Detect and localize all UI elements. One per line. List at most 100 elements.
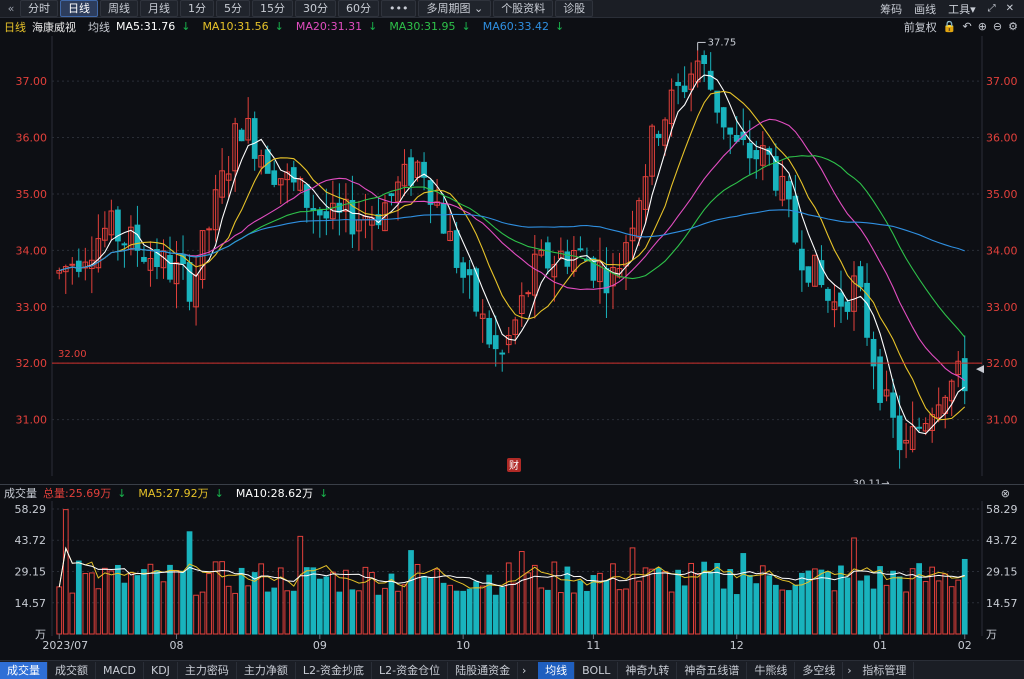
price-tick-right: 34.00	[986, 244, 1018, 257]
date-label: 09	[313, 639, 327, 652]
volume-bar	[577, 580, 584, 635]
down-arrow-icon: ↓	[554, 20, 565, 33]
candle-body	[460, 262, 466, 278]
lock-icon[interactable]: 🔒	[943, 20, 957, 33]
candle-body	[440, 203, 447, 234]
volume-bar	[746, 575, 753, 635]
period-tab-monthly[interactable]: 月线	[140, 0, 178, 17]
volume-tick-left: 29.15	[15, 565, 47, 578]
more-periods-button[interactable]: •••	[381, 0, 417, 17]
volume-bar	[681, 585, 688, 635]
ma-info-bar: 日线 海康威视 均线 MA5:31.76 ↓ MA10:31.56 ↓ MA20:3…	[0, 18, 1024, 35]
tab-kdj[interactable]: KDJ	[144, 661, 178, 679]
volume-chart[interactable]: 58.29 58.29 43.72 43.72 29.15 29.15 14.57 14.57…	[0, 501, 1024, 660]
chevron-right-icon[interactable]: ›	[843, 664, 855, 677]
volume-bar	[75, 560, 82, 635]
ma20-text: MA20:31.31	[295, 20, 363, 33]
candle-body	[388, 193, 395, 197]
restore-window-icon[interactable]: ⤢	[988, 3, 996, 14]
tab-l2-position[interactable]: L2-资金仓位	[372, 661, 449, 679]
volume-bar	[603, 580, 610, 635]
volume-total: 总量:25.69万 ↓	[43, 485, 132, 501]
volume-bar	[141, 569, 147, 635]
ma-label[interactable]: 均线	[88, 19, 110, 35]
candle-body	[121, 243, 128, 246]
chart-annotations: 32.0037.7530.11→财	[52, 37, 984, 484]
price-tick-right: 36.00	[986, 132, 1018, 145]
date-axis-labels: 2023/07 08 09 10 11 12 01 02	[42, 634, 972, 652]
period-tab-daily[interactable]: 日线	[60, 0, 98, 17]
candle-body	[681, 85, 688, 93]
tab-l2-bottom[interactable]: L2-资金抄底	[296, 661, 373, 679]
tab-main-force-code[interactable]: 主力密码	[178, 661, 237, 679]
volume-ma5: MA5:27.92万 ↓	[138, 485, 229, 501]
down-arrow-icon: ↓	[181, 20, 191, 33]
indicator-tabs: 成交量 成交额 MACD KDJ 主力密码 主力净额 L2-资金抄底 L2-资金…	[0, 660, 1024, 679]
price-tick-left: 33.00	[16, 301, 48, 314]
zoom-out-icon[interactable]: ⊖	[993, 20, 1002, 33]
candle-body	[727, 127, 734, 135]
tab-indicator-manage[interactable]: 指标管理	[855, 661, 915, 679]
tab-td9[interactable]: 神奇九转	[618, 661, 678, 679]
draw-line-button[interactable]: 画线	[914, 1, 936, 17]
stock-info-button[interactable]: 个股资料	[493, 0, 554, 17]
tab-connect-fund[interactable]: 陆股通资金	[448, 661, 519, 679]
close-window-icon[interactable]: ✕	[1006, 3, 1014, 14]
volume-bar	[154, 570, 160, 635]
undo-icon[interactable]: ↶	[962, 20, 971, 33]
tools-dropdown[interactable]: 工具▾	[948, 1, 976, 17]
volume-tick-right: 29.15	[986, 565, 1018, 578]
tab-long-short[interactable]: 多空线	[795, 661, 844, 679]
period-tab-fenshi[interactable]: 分时	[20, 0, 58, 17]
tab-bull-bear[interactable]: 牛熊线	[747, 661, 796, 679]
volume-bar	[512, 582, 519, 635]
volume-tick-right: 万	[986, 628, 997, 641]
volume-title[interactable]: 成交量	[4, 485, 37, 501]
multi-period-dropdown[interactable]: 多周期图 ⌄	[418, 0, 492, 17]
candle-body	[141, 256, 147, 262]
candle-body	[877, 356, 883, 403]
tab-boll[interactable]: BOLL	[575, 661, 619, 679]
diagnose-button[interactable]: 诊股	[555, 0, 594, 17]
chevron-right-icon[interactable]: ›	[518, 664, 530, 677]
double-chevron-left-icon[interactable]: «	[4, 2, 18, 15]
period-tab-1min[interactable]: 1分	[180, 0, 214, 17]
top-toolbar: « 分时 日线 周线 月线 1分 5分 15分 30分 60分 ••• 多周期图…	[0, 0, 1024, 18]
candle-body	[453, 230, 460, 268]
price-tick-left: 32.00	[16, 357, 48, 370]
volume-bar	[251, 572, 258, 635]
chip-distribution-button[interactable]: 筹码	[880, 1, 902, 17]
volume-bar	[82, 573, 89, 635]
volume-bar	[395, 590, 401, 635]
tab-macd[interactable]: MACD	[96, 661, 144, 679]
volume-bar	[310, 567, 317, 635]
period-tab-weekly[interactable]: 周线	[100, 0, 138, 17]
candle-body	[870, 338, 877, 367]
volume-bar	[779, 589, 786, 635]
volume-ma5-text: MA5:27.92万	[138, 487, 209, 500]
volume-bar	[961, 558, 968, 635]
volume-bar	[219, 561, 225, 635]
candle-body	[838, 292, 844, 307]
candle-body	[603, 268, 610, 294]
period-tab-5min[interactable]: 5分	[216, 0, 250, 17]
tab-main-force-net[interactable]: 主力净额	[237, 661, 296, 679]
period-tab-30min[interactable]: 30分	[295, 0, 336, 17]
volume-bar	[160, 581, 167, 635]
volume-bar	[232, 592, 239, 635]
period-tab-15min[interactable]: 15分	[252, 0, 293, 17]
adjust-mode[interactable]: 前复权	[904, 19, 937, 35]
settings-icon[interactable]: ⚙	[1008, 20, 1018, 33]
ma-bar-right: 前复权 🔒 ↶ ⊕ ⊖ ⚙	[898, 18, 1018, 35]
zoom-in-icon[interactable]: ⊕	[978, 20, 987, 33]
volume-bar	[453, 590, 460, 635]
tab-ma[interactable]: 均线	[538, 661, 576, 679]
tab-volume[interactable]: 成交量	[0, 661, 48, 679]
stock-name[interactable]: 海康威视	[32, 19, 76, 35]
tab-turnover[interactable]: 成交额	[48, 661, 96, 679]
volume-bar	[121, 582, 128, 635]
candlestick-chart[interactable]: 37.00 37.00 36.00 36.00 35.00 35.00 34.00 34.00…	[0, 36, 1024, 484]
tab-five-lines[interactable]: 神奇五线谱	[677, 661, 748, 679]
close-panel-icon[interactable]: ⊗	[1001, 487, 1010, 500]
period-tab-60min[interactable]: 60分	[338, 0, 379, 17]
